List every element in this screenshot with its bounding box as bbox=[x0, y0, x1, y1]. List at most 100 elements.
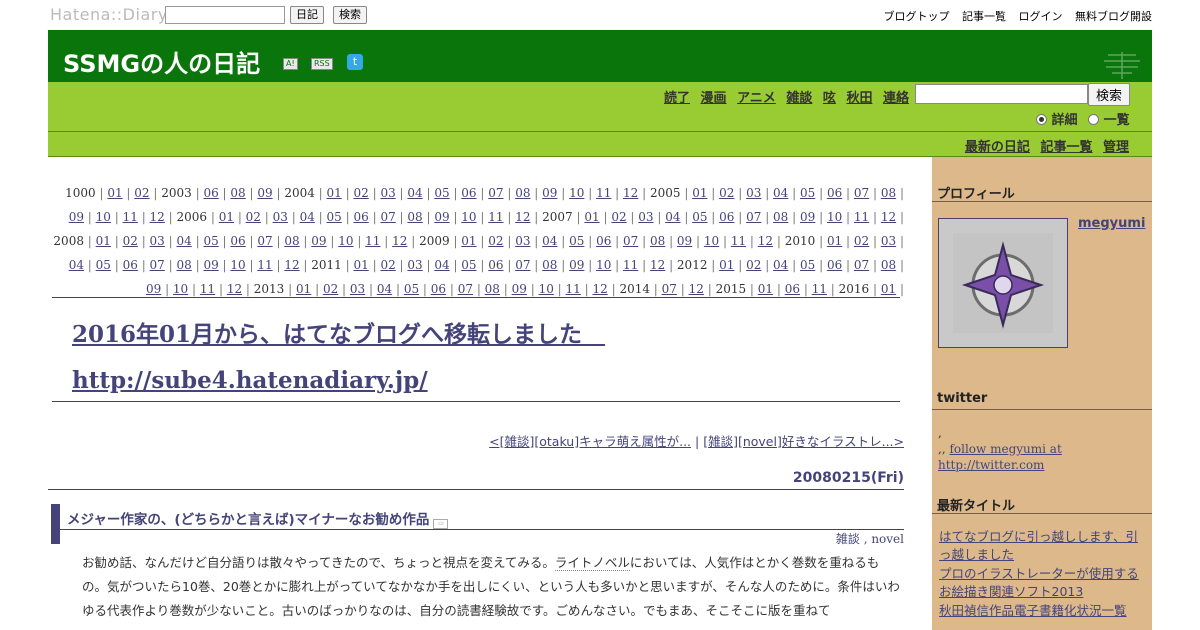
archive-month-link[interactable]: 10 bbox=[569, 186, 584, 200]
blog-title[interactable]: SSMGの人の日記 bbox=[63, 44, 260, 79]
archive-month-link[interactable]: 06 bbox=[719, 210, 734, 224]
archive-month-link[interactable]: 07 bbox=[662, 282, 677, 296]
archive-month-link[interactable]: 09 bbox=[311, 234, 326, 248]
nav-category-contact[interactable]: 連絡 bbox=[883, 91, 909, 106]
archive-month-link[interactable]: 08 bbox=[650, 234, 665, 248]
archive-month-link[interactable]: 12 bbox=[515, 210, 530, 224]
archive-month-link[interactable]: 09 bbox=[146, 282, 161, 296]
archive-month-link[interactable]: 06 bbox=[827, 258, 842, 272]
archive-month-link[interactable]: 05 bbox=[461, 258, 476, 272]
archive-month-link[interactable]: 09 bbox=[569, 258, 584, 272]
archive-month-link[interactable]: 12 bbox=[284, 258, 299, 272]
blog-top-link[interactable]: ブログトップ bbox=[884, 10, 950, 23]
announcement-title-link[interactable]: 2016年01月から、はてなブログへ移転しました bbox=[72, 321, 605, 348]
archive-month-link[interactable]: 04 bbox=[300, 210, 315, 224]
archive-month-link[interactable]: 11 bbox=[200, 282, 215, 296]
permalink-icon[interactable]: ▭ bbox=[433, 519, 449, 529]
archive-month-link[interactable]: 03 bbox=[407, 258, 422, 272]
archive-month-link[interactable]: 08 bbox=[515, 186, 530, 200]
archive-month-link[interactable]: 01 bbox=[219, 210, 234, 224]
archive-month-link[interactable]: 06 bbox=[230, 234, 245, 248]
nav-category-manga[interactable]: 漫画 bbox=[701, 91, 727, 106]
category-chat-link[interactable]: 雑談 bbox=[836, 532, 860, 546]
top-search-input[interactable] bbox=[165, 6, 285, 24]
archive-month-link[interactable]: 04 bbox=[177, 234, 192, 248]
archive-month-link[interactable]: 01 bbox=[881, 282, 896, 296]
archive-month-link[interactable]: 09 bbox=[203, 258, 218, 272]
archive-month-link[interactable]: 09 bbox=[257, 186, 272, 200]
category-novel-link[interactable]: novel bbox=[871, 532, 904, 546]
archive-month-link[interactable]: 11 bbox=[257, 258, 272, 272]
archive-month-link[interactable]: 01 bbox=[758, 282, 773, 296]
archive-month-link[interactable]: 12 bbox=[623, 186, 638, 200]
archive-month-link[interactable]: 09 bbox=[677, 234, 692, 248]
archive-month-link[interactable]: 04 bbox=[665, 210, 680, 224]
archive-month-link[interactable]: 02 bbox=[134, 186, 149, 200]
archive-month-link[interactable]: 07 bbox=[380, 210, 395, 224]
archive-month-link[interactable]: 12 bbox=[392, 234, 407, 248]
rss-icon[interactable]: RSS bbox=[311, 58, 333, 70]
profile-avatar[interactable] bbox=[938, 218, 1068, 348]
antenna-icon[interactable]: A! bbox=[283, 58, 298, 70]
admin-link[interactable]: 管理 bbox=[1103, 140, 1129, 155]
archive-month-link[interactable]: 03 bbox=[881, 234, 896, 248]
archive-month-link[interactable]: 02 bbox=[123, 234, 138, 248]
detail-radio[interactable] bbox=[1036, 114, 1047, 125]
archive-month-link[interactable]: 03 bbox=[380, 186, 395, 200]
latest-diary-link[interactable]: 最新の日記 bbox=[965, 140, 1030, 155]
archive-month-link[interactable]: 03 bbox=[638, 210, 653, 224]
archive-month-link[interactable]: 05 bbox=[203, 234, 218, 248]
archive-month-link[interactable]: 01 bbox=[96, 234, 111, 248]
profile-name-link[interactable]: megyumi bbox=[1078, 216, 1145, 231]
archive-month-link[interactable]: 02 bbox=[353, 186, 368, 200]
archive-month-link[interactable]: 10 bbox=[173, 282, 188, 296]
archive-month-link[interactable]: 06 bbox=[596, 234, 611, 248]
archive-month-link[interactable]: 11 bbox=[123, 210, 138, 224]
archive-month-link[interactable]: 10 bbox=[461, 210, 476, 224]
diary-search-button[interactable]: 日記 bbox=[290, 6, 324, 24]
archive-month-link[interactable]: 12 bbox=[150, 210, 165, 224]
archive-month-link[interactable]: 07 bbox=[257, 234, 272, 248]
search-button[interactable]: 検索 bbox=[333, 6, 367, 24]
archive-month-link[interactable]: 11 bbox=[365, 234, 380, 248]
archive-month-link[interactable]: 11 bbox=[488, 210, 503, 224]
nav-category-akita[interactable]: 秋田 bbox=[846, 91, 872, 106]
archive-month-link[interactable]: 05 bbox=[434, 186, 449, 200]
archive-month-link[interactable]: 07 bbox=[515, 258, 530, 272]
archive-month-link[interactable]: 08 bbox=[881, 186, 896, 200]
archive-month-link[interactable]: 12 bbox=[592, 282, 607, 296]
archive-month-link[interactable]: 12 bbox=[758, 234, 773, 248]
archive-month-link[interactable]: 09 bbox=[434, 210, 449, 224]
archive-month-link[interactable]: 11 bbox=[731, 234, 746, 248]
archive-month-link[interactable]: 07 bbox=[623, 234, 638, 248]
archive-month-link[interactable]: 04 bbox=[773, 186, 788, 200]
archive-month-link[interactable]: 10 bbox=[230, 258, 245, 272]
recent-title-link[interactable]: プロのイラストレーターが使用するお絵描き関連ソフト2013 bbox=[939, 566, 1139, 599]
archive-month-link[interactable]: 06 bbox=[785, 282, 800, 296]
archive-month-link[interactable]: 08 bbox=[881, 258, 896, 272]
archive-month-link[interactable]: 06 bbox=[461, 186, 476, 200]
archive-month-link[interactable]: 06 bbox=[203, 186, 218, 200]
archive-month-link[interactable]: 05 bbox=[404, 282, 419, 296]
archive-month-link[interactable]: 05 bbox=[327, 210, 342, 224]
archive-month-link[interactable]: 01 bbox=[327, 186, 342, 200]
archive-month-link[interactable]: 12 bbox=[881, 210, 896, 224]
archive-month-link[interactable]: 02 bbox=[746, 258, 761, 272]
archive-month-link[interactable]: 07 bbox=[854, 186, 869, 200]
entry-title-text[interactable]: メジャー作家の、(どちらかと言えば)マイナーなお勧め作品 bbox=[67, 512, 429, 528]
archive-month-link[interactable]: 10 bbox=[827, 210, 842, 224]
archive-month-link[interactable]: 11 bbox=[623, 258, 638, 272]
archive-month-link[interactable]: 10 bbox=[96, 210, 111, 224]
nav-category-chat[interactable]: 雑談 bbox=[786, 91, 812, 106]
archive-month-link[interactable]: 07 bbox=[458, 282, 473, 296]
archive-month-link[interactable]: 05 bbox=[96, 258, 111, 272]
archive-month-link[interactable]: 06 bbox=[353, 210, 368, 224]
archive-month-link[interactable]: 09 bbox=[542, 186, 557, 200]
archive-month-link[interactable]: 11 bbox=[566, 282, 581, 296]
archive-month-link[interactable]: 11 bbox=[596, 186, 611, 200]
blog-search-button[interactable]: 検索 bbox=[1088, 83, 1130, 106]
archive-month-link[interactable]: 01 bbox=[353, 258, 368, 272]
archive-month-link[interactable]: 10 bbox=[596, 258, 611, 272]
archive-month-link[interactable]: 01 bbox=[719, 258, 734, 272]
archive-month-link[interactable]: 10 bbox=[704, 234, 719, 248]
